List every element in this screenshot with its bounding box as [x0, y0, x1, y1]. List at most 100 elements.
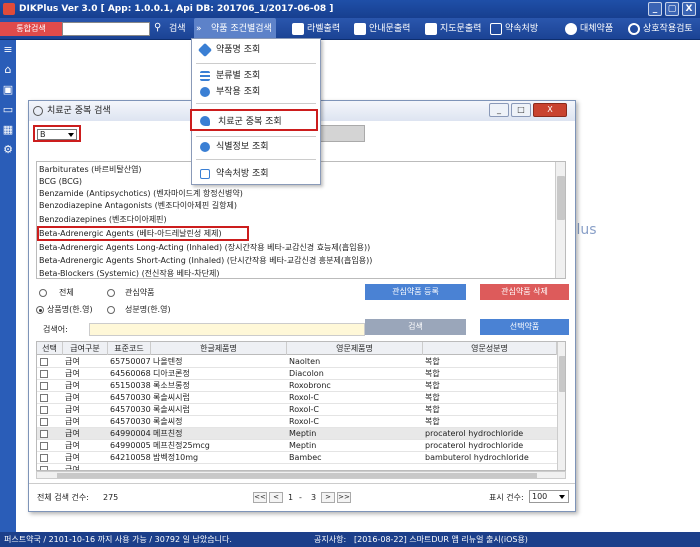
integrated-search-input[interactable]: [62, 22, 150, 36]
cell-pay: 급여: [65, 429, 80, 438]
col-english-ingredient[interactable]: 영문성분명: [423, 342, 557, 355]
home-icon[interactable]: ⌂: [2, 64, 14, 75]
radio-ingredient-name-label: 성분명(한.영): [125, 305, 171, 314]
table-row[interactable]: 급여 657500070나올텐정 Naolten 복합: [37, 356, 557, 368]
delete-interest-button[interactable]: 관심약품 삭제: [480, 284, 569, 300]
scrollbar-thumb[interactable]: [559, 356, 565, 392]
alternative-drug-button[interactable]: 대체약품: [563, 18, 613, 40]
row-checkbox[interactable]: [40, 394, 48, 402]
list-item[interactable]: Benzodiazepines (벤조다이아제핀): [39, 214, 167, 226]
maximize-button[interactable]: ▢: [665, 2, 679, 16]
dialog-maximize-button[interactable]: □: [511, 103, 531, 117]
per-page-select[interactable]: 100: [529, 490, 569, 503]
page-last-button[interactable]: >>: [337, 492, 351, 503]
row-checkbox[interactable]: [40, 442, 48, 450]
table-row[interactable]: 급여 651500380록소브롱정 Roxobronc 복합: [37, 380, 557, 392]
list-item[interactable]: Beta-Adrenergic Agents Long-Acting (Inha…: [39, 242, 370, 254]
scrollbar-thumb[interactable]: [57, 473, 537, 478]
search-button[interactable]: 검색: [365, 319, 466, 335]
scrollbar-thumb[interactable]: [557, 176, 565, 220]
table-row[interactable]: 급여 645600680디아코론정 Diacolon 복합: [37, 368, 557, 380]
keyword-input[interactable]: [89, 323, 365, 336]
row-checkbox[interactable]: [40, 454, 48, 462]
per-page-value: 100: [532, 492, 548, 501]
menu-item-identification[interactable]: 식별정보 조회: [200, 140, 269, 154]
close-button[interactable]: X: [682, 2, 696, 16]
row-checkbox[interactable]: [40, 418, 48, 426]
class-search-button[interactable]: [317, 125, 365, 142]
list-item[interactable]: Beta-Adrenergic Agents Short-Acting (Inh…: [39, 255, 372, 267]
class-list-scrollbar[interactable]: [555, 162, 565, 278]
col-english-name[interactable]: 영문제품명: [287, 342, 423, 355]
initial-letter-select[interactable]: B: [37, 129, 77, 140]
notice-text[interactable]: [2016-08-22] 스마트DUR 앱 리뉴얼 출시(iOS용): [354, 532, 528, 547]
list-item[interactable]: Barbiturates (바르비탈산염): [39, 164, 142, 176]
table-row[interactable]: 급여 649900050메프친정25mcg Meptin procaterol hyd…: [37, 440, 557, 452]
menu-item-therapeutic-duplicate[interactable]: 치료군 중복 조회: [190, 109, 318, 131]
list-item[interactable]: BCG (BCG): [39, 176, 82, 188]
list-item[interactable]: Benzodiazepine Antagonists (벤조다이아제핀 길항제): [39, 200, 237, 212]
minimize-button[interactable]: _: [648, 2, 662, 16]
list-item[interactable]: Beta-Blockers (Systemic) (전신작용 베타-차단제): [39, 268, 219, 278]
col-korean-name[interactable]: 한글제품명: [151, 342, 287, 355]
guide-print-label: 안내문출력: [369, 24, 411, 34]
table-horizontal-scrollbar[interactable]: [36, 471, 566, 479]
table-row[interactable]: 급여 645700301록솔씨정 Roxol-C 복합: [37, 416, 557, 428]
page-first-button[interactable]: <<: [253, 492, 267, 503]
cell-korean-name: 밤벡정10mg: [153, 453, 199, 462]
search-icon: ⚲: [154, 22, 162, 33]
integrated-search-tag[interactable]: 통합검색: [0, 22, 62, 36]
menu-item-label: 분류별 조회: [216, 71, 261, 81]
row-checkbox[interactable]: [40, 358, 48, 366]
gear-icon[interactable]: ⚙: [2, 144, 14, 155]
search-button[interactable]: ⚲ 검색: [152, 18, 186, 40]
col-code[interactable]: 표준코드: [108, 342, 151, 355]
cell-pay: 급여: [65, 405, 80, 414]
menu-item-promise-prescription[interactable]: 약속처방 조회: [200, 167, 269, 181]
row-checkbox[interactable]: [40, 382, 48, 390]
eye-icon: [200, 87, 210, 97]
delete-interest-label: 관심약품 삭제: [501, 287, 548, 296]
row-checkbox[interactable]: [40, 406, 48, 414]
table-scrollbar[interactable]: [557, 342, 565, 470]
cell-code: 645700301: [110, 417, 151, 426]
radio-all[interactable]: [39, 289, 47, 297]
page-next-button[interactable]: >: [321, 492, 335, 503]
select-drug-button[interactable]: 선택약품: [480, 319, 569, 335]
radio-ingredient-name[interactable]: [107, 306, 115, 314]
calendar-icon[interactable]: ▣: [2, 84, 14, 95]
table-row[interactable]: 급여: [37, 464, 557, 470]
instruction-print-button[interactable]: 지도문출력: [423, 18, 481, 40]
menu-item-drug-name[interactable]: 약품명 조회: [197, 42, 260, 58]
interaction-review-button[interactable]: 상호작용검토: [626, 18, 693, 40]
add-interest-button[interactable]: 관심약품 등록: [365, 284, 466, 300]
dialog-minimize-button[interactable]: _: [489, 103, 509, 117]
promise-prescription-button[interactable]: 약속처방: [488, 18, 538, 40]
table-row[interactable]: 급여 642100580밤벡정10mg Bambec bambuterol hydro…: [37, 452, 557, 464]
menu-item-side-effect[interactable]: 부작용 조회: [200, 85, 260, 99]
page-total: 3: [311, 493, 317, 502]
row-checkbox[interactable]: [40, 430, 48, 438]
radio-product-name[interactable]: [36, 306, 44, 314]
label-print-button[interactable]: 라벨출력: [290, 18, 340, 40]
search-button-label: 검색: [408, 322, 423, 331]
list-item[interactable]: Benzamide (Antipsychotics) (벤자마이드계 항정신병약…: [39, 188, 243, 200]
col-select[interactable]: 선택: [37, 342, 63, 355]
menu-item-classification[interactable]: 분류별 조회: [200, 69, 260, 83]
radio-interest[interactable]: [107, 289, 115, 297]
dialog-close-button[interactable]: X: [533, 103, 567, 117]
menu-icon[interactable]: ≡: [2, 44, 14, 55]
table-row[interactable]: 급여 649900040메프친정 Meptin procaterol hydrochl…: [37, 428, 557, 440]
drug-condition-search-button[interactable]: » 약품 조건별검색: [194, 18, 276, 40]
guide-print-button[interactable]: 안내문출력: [352, 18, 410, 40]
instruction-print-label: 지도문출력: [440, 24, 482, 34]
cell-english-ingredient: 복합: [425, 393, 440, 402]
table-row[interactable]: 급여 645700302록솔씨시럽 Roxol-C 복합: [37, 392, 557, 404]
col-pay[interactable]: 급여구분: [63, 342, 108, 355]
row-checkbox[interactable]: [40, 370, 48, 378]
qr-code-icon[interactable]: ▦: [2, 124, 14, 135]
page-prev-button[interactable]: <: [269, 492, 283, 503]
monitor-icon[interactable]: ▭: [2, 104, 14, 115]
table-row[interactable]: 급여 645700303록솔씨시럽 Roxol-C 복합: [37, 404, 557, 416]
cell-code: 642100580: [110, 453, 151, 462]
